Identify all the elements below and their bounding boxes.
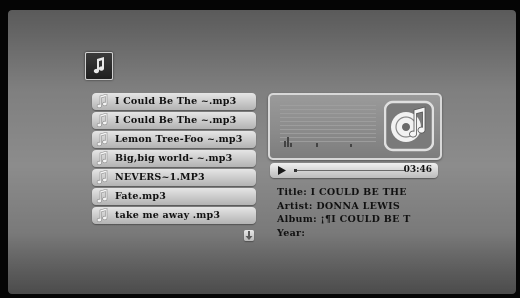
playlist-item-label: Fate.mp3	[115, 191, 167, 202]
playlist-item[interactable]: NEVERS~1.MP3	[92, 169, 256, 186]
playlist-item-label: Lemon Tree-Foo ~.mp3	[115, 134, 243, 145]
music-app-icon	[85, 52, 113, 80]
music-note-icon	[96, 113, 108, 128]
spectrum-visualizer	[280, 105, 376, 147]
playlist-item-label: I Could Be The ~.mp3	[115, 115, 237, 126]
track-year: Year:	[277, 227, 306, 239]
music-note-icon	[96, 94, 108, 109]
seek-track[interactable]	[294, 169, 406, 172]
music-disc-icon	[384, 100, 434, 152]
music-note-icon	[96, 170, 108, 185]
track-title: Title: I COULD BE THE	[277, 187, 407, 198]
playlist-item-label: I Could Be The ~.mp3	[115, 96, 237, 107]
playlist-item[interactable]: Lemon Tree-Foo ~.mp3	[92, 131, 256, 148]
playlist-item[interactable]: I Could Be The ~.mp3	[92, 112, 256, 129]
music-note-icon	[93, 57, 105, 74]
track-album: Album: ¡¶I COULD BE T	[277, 214, 411, 225]
album-art-panel	[268, 93, 442, 160]
playlist-item[interactable]: I Could Be The ~.mp3	[92, 93, 256, 110]
music-note-icon	[96, 189, 108, 204]
music-note-icon	[96, 132, 108, 147]
tv-screen: I Could Be The ~.mp3 I Could Be The ~.mp…	[0, 0, 520, 298]
scroll-down-button[interactable]	[244, 230, 254, 241]
track-artist: Artist: DONNA LEWIS	[277, 200, 401, 212]
music-note-icon	[96, 151, 108, 166]
playback-bar[interactable]: 03:46	[270, 163, 438, 178]
track-info: Title: I COULD BE THE Artist: DONNA LEWI…	[277, 186, 411, 240]
scroll-down-arrow-icon	[245, 231, 253, 240]
playlist-item-label: NEVERS~1.MP3	[115, 172, 205, 183]
track-duration: 03:46	[403, 165, 432, 175]
seek-progress	[294, 169, 298, 172]
playlist-item[interactable]: take me away .mp3	[92, 207, 256, 224]
playlist-item-label: take me away .mp3	[115, 210, 221, 221]
playlist-item[interactable]: Fate.mp3	[92, 188, 256, 205]
playlist-item-label: Big,big world- ~.mp3	[115, 153, 233, 164]
playlist: I Could Be The ~.mp3 I Could Be The ~.mp…	[92, 93, 256, 226]
music-note-icon	[96, 208, 108, 223]
playlist-item[interactable]: Big,big world- ~.mp3	[92, 150, 256, 167]
play-icon[interactable]	[277, 166, 287, 175]
